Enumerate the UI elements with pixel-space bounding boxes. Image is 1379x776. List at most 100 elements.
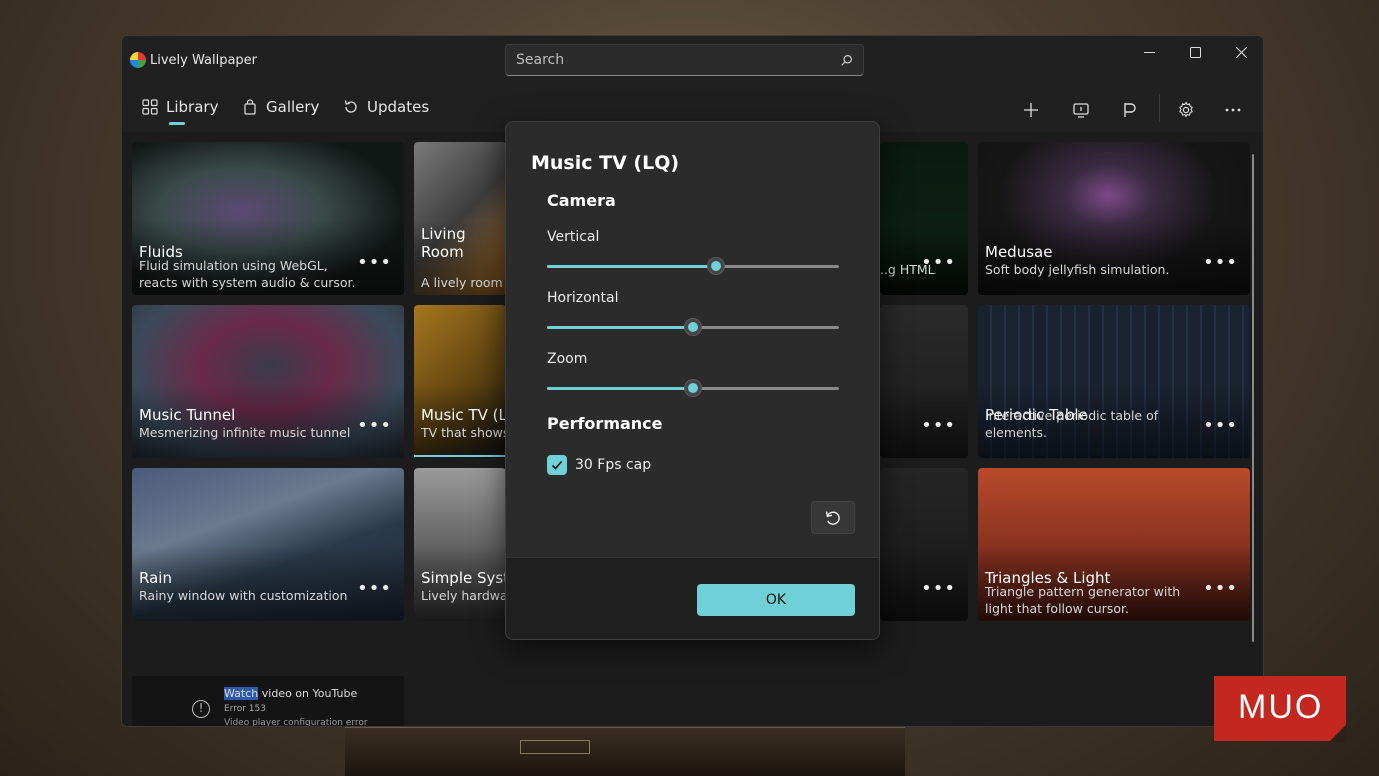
watch-link-highlight: Watch xyxy=(224,687,259,700)
flag-icon xyxy=(1124,103,1136,117)
tab-updates-label: Updates xyxy=(367,98,430,116)
tab-library-label: Library xyxy=(166,98,219,116)
customize-dialog: Music TV (LQ) Camera Vertical Horizontal… xyxy=(505,121,880,640)
grid-icon xyxy=(142,99,158,115)
tile-description: Mesmerizing infinite music tunnel xyxy=(139,425,351,440)
vertical-slider-label: Vertical xyxy=(547,229,600,245)
tile-description: A lively room w... more! xyxy=(421,275,506,290)
reset-button[interactable] xyxy=(811,501,855,534)
minimize-button[interactable] xyxy=(1126,36,1172,68)
minimize-icon xyxy=(1143,51,1155,53)
tile-description: TV that shows c... xyxy=(421,425,506,440)
tile-title: Medusae xyxy=(985,243,1053,261)
slider-thumb[interactable] xyxy=(684,318,702,336)
settings-button[interactable] xyxy=(1172,96,1200,124)
horizontal-slider-label: Horizontal xyxy=(547,290,619,306)
shopping-bag-icon xyxy=(244,99,256,115)
wallpaper-tile-music-tv[interactable]: Music TV (LQ) TV that shows c... xyxy=(414,305,506,458)
screen-layout-icon xyxy=(1073,103,1089,118)
device-grill xyxy=(520,740,590,754)
app-logo-icon xyxy=(130,52,146,68)
warning-icon: ! xyxy=(192,700,210,718)
tile-more-button[interactable]: ••• xyxy=(357,578,392,599)
tile-more-button[interactable]: ••• xyxy=(357,415,392,436)
search-input[interactable] xyxy=(516,52,840,68)
tile-description: Lively hardware xyxy=(421,588,506,603)
wallpaper-tile-music-tunnel[interactable]: Music Tunnel Mesmerizing infinite music … xyxy=(132,305,404,458)
slider-thumb[interactable] xyxy=(707,257,726,275)
title-bar: Lively Wallpaper xyxy=(122,36,1263,86)
wallpaper-tile-matrix[interactable]: ...g HTML5 ••• xyxy=(880,142,968,295)
fps-cap-checkbox[interactable]: 30 Fps cap xyxy=(547,455,651,475)
tile-description: Interactive periodic table of elements. xyxy=(985,408,1159,440)
fps-cap-label: 30 Fps cap xyxy=(575,457,652,473)
slider-fill xyxy=(547,387,693,390)
close-button[interactable] xyxy=(1218,36,1263,68)
slider-fill xyxy=(547,326,693,329)
checkbox-box[interactable] xyxy=(547,455,567,475)
camera-section-heading: Camera xyxy=(547,191,616,210)
maximize-button[interactable] xyxy=(1172,36,1218,68)
wallpaper-tile-medusae[interactable]: Medusae Soft body jellyfish simulation. … xyxy=(978,142,1250,295)
tab-library[interactable]: Library xyxy=(142,98,218,116)
wallpaper-tile-living-room[interactable]: Living Room A lively room w... more! xyxy=(414,142,506,295)
more-icon xyxy=(1225,108,1241,112)
gear-icon xyxy=(1179,101,1193,118)
tile-description: Triangle pattern generator with light th… xyxy=(985,584,1181,616)
screen-layout-button[interactable] xyxy=(1067,96,1095,124)
reset-icon xyxy=(825,510,840,525)
app-title: Lively Wallpaper xyxy=(150,53,258,68)
close-icon xyxy=(1235,46,1247,58)
maximize-icon xyxy=(1189,46,1201,58)
wallpaper-tile-dark[interactable]: ••• xyxy=(880,468,968,621)
youtube-error-tile[interactable]: ! Watch video on YouTube Error 153 Video… xyxy=(132,676,404,727)
tile-title: Simple Syster xyxy=(421,569,506,587)
more-options-button[interactable] xyxy=(1219,96,1247,124)
dialog-title: Music TV (LQ) xyxy=(531,152,680,174)
wallpaper-tile-simple-system[interactable]: Simple Syster Lively hardware xyxy=(414,468,506,621)
flag-button[interactable] xyxy=(1116,96,1144,124)
error-message: Video player configuration error xyxy=(224,718,368,727)
tile-more-button[interactable]: ••• xyxy=(357,252,392,273)
library-scrollbar[interactable] xyxy=(1252,154,1254,642)
tile-title: Music Tunnel xyxy=(139,406,236,424)
wallpaper-tile-fluids[interactable]: Fluids Fluid simulation using WebGL, rea… xyxy=(132,142,404,295)
horizontal-slider[interactable] xyxy=(547,317,839,337)
tab-gallery[interactable]: Gallery xyxy=(242,98,319,116)
tab-updates[interactable]: Updates xyxy=(343,98,429,116)
tile-more-button[interactable]: ••• xyxy=(1203,415,1238,436)
performance-section-heading: Performance xyxy=(547,414,663,433)
toolbar-separator xyxy=(1159,94,1160,122)
add-wallpaper-button[interactable] xyxy=(1017,96,1045,124)
tile-more-button[interactable]: ••• xyxy=(1203,578,1238,599)
wallpaper-tile-triangles-light[interactable]: Triangles & Light Triangle pattern gener… xyxy=(978,468,1250,621)
tile-description: Rainy window with customization xyxy=(139,588,348,603)
selected-tab-indicator xyxy=(169,122,185,125)
add-icon xyxy=(1024,103,1038,117)
watch-on-youtube-link[interactable]: Watch video on YouTube xyxy=(224,687,357,700)
zoom-slider[interactable] xyxy=(547,378,839,398)
tile-more-button[interactable]: ••• xyxy=(921,415,956,436)
ok-button[interactable]: OK xyxy=(697,584,855,616)
tab-gallery-label: Gallery xyxy=(266,98,320,116)
wallpaper-tile-periodic-table[interactable]: Periodic Table Interactive periodic tabl… xyxy=(978,305,1250,458)
tile-description: Fluid simulation using WebGL, reacts wit… xyxy=(139,258,356,290)
wallpaper-tile-rain[interactable]: Rain Rainy window with customization ••• xyxy=(132,468,404,621)
tile-more-button[interactable]: ••• xyxy=(1203,252,1238,273)
checkmark-icon xyxy=(551,460,563,470)
watermark-text: MUO xyxy=(1238,688,1324,726)
tile-more-button[interactable]: ••• xyxy=(921,252,956,273)
slider-fill xyxy=(547,265,717,268)
slider-thumb[interactable] xyxy=(684,379,702,397)
wallpaper-tile-space[interactable]: ••• xyxy=(880,305,968,458)
zoom-slider-label: Zoom xyxy=(547,351,588,367)
selected-tile-indicator xyxy=(414,455,506,457)
vertical-slider[interactable] xyxy=(547,256,839,276)
tile-title: Rain xyxy=(139,569,172,587)
tile-title: Music TV (LQ) xyxy=(421,406,506,424)
desktop-background-device xyxy=(345,726,905,776)
watermark-notch xyxy=(1329,724,1347,742)
search-icon[interactable] xyxy=(840,54,853,67)
search-box[interactable] xyxy=(505,44,864,76)
tile-more-button[interactable]: ••• xyxy=(921,578,956,599)
